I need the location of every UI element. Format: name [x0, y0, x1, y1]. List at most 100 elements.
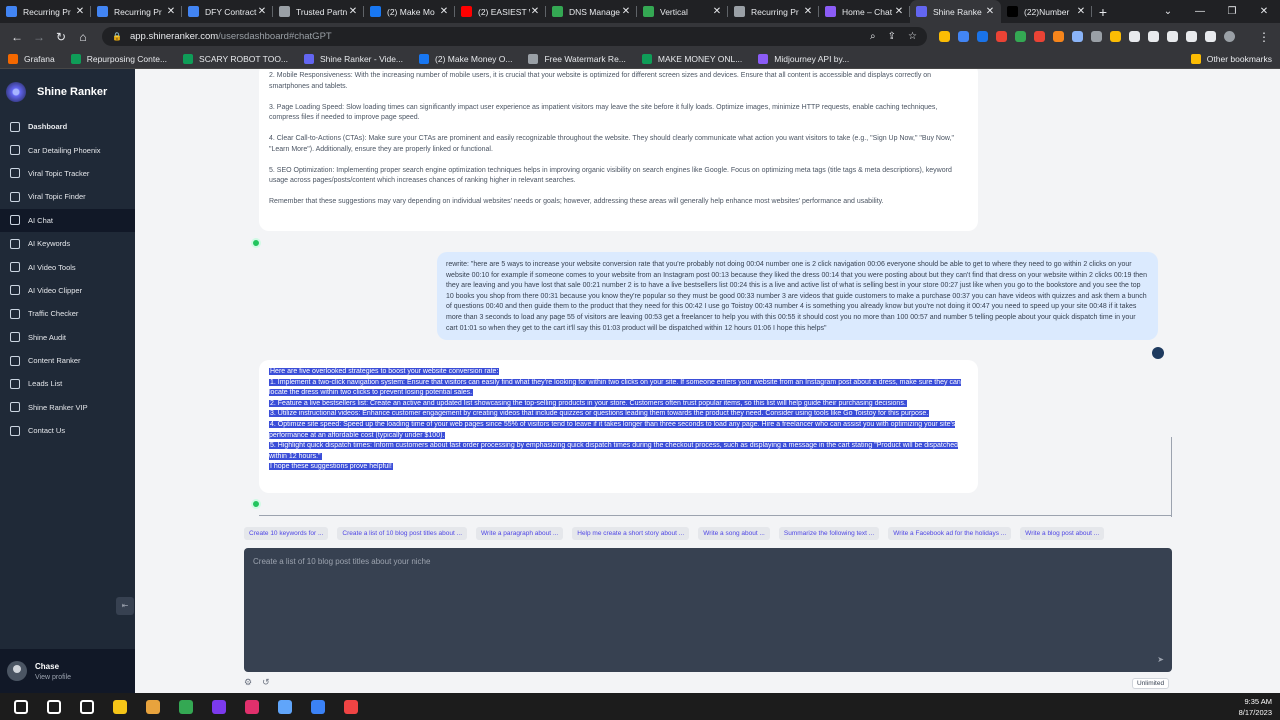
windows-start-icon[interactable] [10, 696, 32, 718]
extension-icon[interactable] [1129, 31, 1140, 42]
video-editor-icon[interactable] [307, 696, 329, 718]
close-tab-icon[interactable]: ✕ [985, 6, 995, 17]
extension-icon[interactable] [1091, 31, 1102, 42]
forward-button[interactable]: → [28, 30, 50, 44]
sidebar-item-leads-list[interactable]: Leads List [0, 372, 135, 395]
close-tab-icon[interactable]: ✕ [348, 6, 358, 17]
send-icon[interactable]: ➤ [1157, 655, 1164, 664]
chat-app-icon[interactable] [208, 696, 230, 718]
bookmark-item[interactable]: (2) Make Money O... [419, 54, 512, 64]
browser-tab[interactable]: Recurring Pr ✕ [91, 0, 182, 23]
instagram-icon[interactable] [241, 696, 263, 718]
brand[interactable]: Shine Ranker [0, 69, 135, 115]
prompt-suggestion-chip[interactable]: Write a Facebook ad for the holidays ... [888, 527, 1012, 540]
close-tab-icon[interactable]: ✕ [530, 6, 540, 17]
file-explorer-icon[interactable] [109, 696, 131, 718]
prompt-suggestion-chip[interactable]: Write a song about ... [698, 527, 770, 540]
bookmark-item[interactable]: Grafana [8, 54, 55, 64]
browser-menu-icon[interactable]: ⋮ [1254, 30, 1274, 44]
new-tab-button[interactable]: + [1092, 0, 1114, 23]
search-icon[interactable] [43, 696, 65, 718]
share-icon[interactable]: ⇪ [888, 31, 896, 42]
extension-icon[interactable] [939, 31, 950, 42]
browser-tab[interactable]: Trusted Partn ✕ [273, 0, 364, 23]
close-tab-icon[interactable]: ✕ [1076, 6, 1086, 17]
minimize-button[interactable]: — [1184, 0, 1216, 23]
extension-icon[interactable] [1053, 31, 1064, 42]
sidebar-item-shine-audit[interactable]: Shine Audit [0, 326, 135, 349]
prompt-suggestion-chip[interactable]: Help me create a short story about ... [572, 527, 690, 540]
sidebar-item-shine-ranker-vip[interactable]: Shine Ranker VIP [0, 396, 135, 419]
maximize-button[interactable]: ❐ [1216, 0, 1248, 23]
notes-app-icon[interactable] [274, 696, 296, 718]
sidebar-item-viral-topic-finder[interactable]: Viral Topic Finder [0, 185, 135, 208]
extension-icon[interactable] [958, 31, 969, 42]
system-clock[interactable]: 9:35 AM 8/17/2023 [1239, 696, 1272, 718]
sidebar-item-traffic-checker[interactable]: Traffic Checker [0, 302, 135, 325]
media-controls-icon[interactable] [1167, 31, 1178, 42]
bookmark-item[interactable]: Midjourney API by... [758, 54, 849, 64]
other-bookmarks-folder[interactable]: Other bookmarks [1190, 54, 1272, 64]
sidebar-item-contact-us[interactable]: Contact Us [0, 419, 135, 442]
media-player-icon[interactable] [142, 696, 164, 718]
sidebar-item-dashboard[interactable]: Dashboard [0, 115, 135, 138]
profile-avatar-icon[interactable] [1224, 31, 1235, 42]
sidebar-item-ai-video-tools[interactable]: AI Video Tools [0, 255, 135, 278]
composer-input[interactable]: Create a list of 10 blog post titles abo… [253, 557, 1163, 566]
bookmark-item[interactable]: Repurposing Conte... [70, 54, 167, 64]
close-window-button[interactable]: ✕ [1248, 0, 1280, 23]
close-tab-icon[interactable]: ✕ [803, 6, 813, 17]
sidebar-item-ai-chat[interactable]: AI Chat [0, 208, 135, 232]
browser-tab[interactable]: (2) Make Mo ✕ [364, 0, 455, 23]
close-tab-icon[interactable]: ✕ [257, 6, 267, 17]
sidebar-item-viral-topic-tracker[interactable]: Viral Topic Tracker [0, 162, 135, 185]
extension-icon[interactable] [1015, 31, 1026, 42]
sidebar-item-ai-keywords[interactable]: AI Keywords [0, 232, 135, 255]
prompt-suggestion-chip[interactable]: Create 10 keywords for ... [244, 527, 329, 540]
download-icon[interactable] [1186, 31, 1197, 42]
browser-tab[interactable]: DFY Contract ✕ [182, 0, 273, 23]
back-button[interactable]: ← [6, 30, 28, 44]
prompt-suggestion-chip[interactable]: Summarize the following text ... [778, 527, 880, 540]
side-panel-icon[interactable] [1205, 31, 1216, 42]
close-tab-icon[interactable]: ✕ [712, 6, 722, 17]
browser-tab[interactable]: Recurring Pr ✕ [728, 0, 819, 23]
close-tab-icon[interactable]: ✕ [75, 6, 85, 17]
browser-tab[interactable]: (2) EASIEST W✕ [455, 0, 546, 23]
puzzle-extensions-icon[interactable] [1148, 31, 1159, 42]
settings-gear-icon[interactable]: ⚙ [244, 677, 252, 688]
browser-tab[interactable]: Vertical ✕ [637, 0, 728, 23]
home-button[interactable]: ⌂ [72, 30, 94, 44]
tab-search-icon[interactable]: ⌄ [1152, 0, 1184, 23]
extension-icon[interactable] [1110, 31, 1121, 42]
sidebar-item-ai-video-clipper[interactable]: AI Video Clipper [0, 279, 135, 302]
prompt-suggestion-chip[interactable]: Write a paragraph about ... [476, 527, 564, 540]
extension-icon[interactable] [1034, 31, 1045, 42]
sidebar-item-content-ranker[interactable]: Content Ranker [0, 349, 135, 372]
prompt-suggestion-chip[interactable]: Write a blog post about ... [1020, 527, 1105, 540]
message-composer[interactable]: Create a list of 10 blog post titles abo… [244, 548, 1172, 672]
reload-button[interactable]: ↻ [50, 30, 72, 44]
prompt-suggestion-chip[interactable]: Create a list of 10 blog post titles abo… [337, 527, 468, 540]
extension-icon[interactable] [1072, 31, 1083, 42]
extension-icon[interactable] [996, 31, 1007, 42]
address-bar[interactable]: 🔒 app.shineranker.com /usersdashboard#ch… [102, 27, 927, 46]
close-tab-icon[interactable]: ✕ [894, 6, 904, 17]
extension-icon[interactable] [977, 31, 988, 42]
chrome-icon[interactable] [175, 696, 197, 718]
task-view-icon[interactable] [76, 696, 98, 718]
view-profile-link[interactable]: View profile [35, 674, 71, 681]
collapse-sidebar-button[interactable]: ⇤ [116, 597, 134, 615]
zoom-icon[interactable]: ⌕ [870, 31, 876, 42]
bookmark-item[interactable]: SCARY ROBOT TOO... [183, 54, 288, 64]
bookmark-item[interactable]: Free Watermark Re... [528, 54, 626, 64]
bookmark-item[interactable]: Shine Ranker - Vide... [304, 54, 403, 64]
close-tab-icon[interactable]: ✕ [166, 6, 176, 17]
close-tab-icon[interactable]: ✕ [439, 6, 449, 17]
bookmark-item[interactable]: MAKE MONEY ONL... [641, 54, 742, 64]
browser-tab[interactable]: Recurring Pr ✕ [0, 0, 91, 23]
bookmark-star-icon[interactable]: ☆ [908, 31, 917, 42]
browser-tab[interactable]: DNS Manage ✕ [546, 0, 637, 23]
browser-tab[interactable]: Home – Chat ✕ [819, 0, 910, 23]
user-profile[interactable]: Chase View profile [0, 649, 135, 693]
